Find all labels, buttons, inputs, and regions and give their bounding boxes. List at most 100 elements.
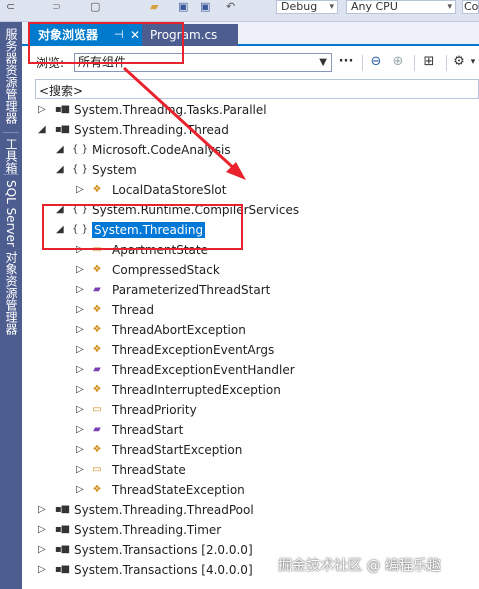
- save-icon[interactable]: ▣: [178, 0, 194, 14]
- toolbar-divider: [362, 55, 363, 71]
- platform-select[interactable]: Any CPU ▾: [346, 0, 456, 14]
- tree-row[interactable]: ▷ ❖ ThreadAbortException: [22, 320, 479, 340]
- redo-icon[interactable]: ⊃: [52, 0, 68, 14]
- expand-arrow-icon[interactable]: ▷: [76, 363, 86, 377]
- annotation-box-namespaces: [42, 204, 243, 250]
- enum-icon: ▭: [92, 404, 102, 415]
- tree-row[interactable]: ▷ ❖ ThreadInterruptedException: [22, 380, 479, 400]
- enum-icon: ▭: [92, 464, 102, 475]
- tree-item-label: System.Threading.Timer: [74, 523, 222, 537]
- tree-row[interactable]: ▷ ▰ ParameterizedThreadStart: [22, 280, 479, 300]
- tree-row[interactable]: ▷ ▪■ System.Threading.Timer: [22, 520, 479, 540]
- startup-value: Co: [464, 0, 479, 13]
- tree-row[interactable]: ▷ ❖ ThreadExceptionEventArgs: [22, 340, 479, 360]
- expand-arrow-icon[interactable]: ▷: [76, 303, 86, 317]
- expand-arrow-icon[interactable]: ▷: [76, 383, 86, 397]
- assembly-icon: ▪■: [54, 564, 70, 575]
- collapse-arrow-icon[interactable]: ◢: [56, 143, 66, 157]
- tree-item-label: ThreadAbortException: [112, 323, 246, 337]
- tree-item-label: ThreadStart: [112, 423, 184, 437]
- delegate-icon: ▰: [93, 284, 101, 295]
- tree-row[interactable]: ▷ ❖ LocalDataStoreSlot: [22, 180, 479, 200]
- search-placeholder: <搜索>: [39, 84, 84, 98]
- configuration-select[interactable]: Debug ▾: [276, 0, 338, 14]
- more-options-icon[interactable]: ···: [336, 53, 356, 72]
- class-icon: ❖: [92, 304, 102, 315]
- tree-row[interactable]: ▷ ❖ Thread: [22, 300, 479, 320]
- undo-icon[interactable]: ↶: [226, 0, 242, 14]
- tree-row[interactable]: ◢ ▪■ System.Threading.Thread: [22, 120, 479, 140]
- tree-item-label: LocalDataStoreSlot: [112, 183, 227, 197]
- tree-item-label: System.Threading.ThreadPool: [74, 503, 254, 517]
- namespace-icon: { }: [72, 164, 88, 175]
- class-icon: ❖: [92, 484, 102, 495]
- object-browser-panel: 对象浏览器 ⊣ ✕ Program.cs 浏览: 所有组件 ▼ ··· ⊖ ⊕ …: [22, 22, 479, 589]
- tree-item-label: ThreadState: [112, 463, 186, 477]
- tree-row[interactable]: ▷ ❖ CompressedStack: [22, 260, 479, 280]
- tree-row[interactable]: ▷ ❖ ThreadStartException: [22, 440, 479, 460]
- collapse-arrow-icon[interactable]: ◢: [38, 123, 48, 137]
- tree-item-label: CompressedStack: [112, 263, 220, 277]
- expand-arrow-icon[interactable]: ▷: [38, 103, 48, 117]
- toolbar-icon[interactable]: ⊂: [6, 0, 22, 14]
- assembly-icon: ▪■: [54, 524, 70, 535]
- side-divider: [3, 174, 19, 175]
- tree-item-label: ThreadStateException: [112, 483, 245, 497]
- collapse-arrow-icon[interactable]: ◢: [56, 163, 66, 177]
- platform-value: Any CPU: [351, 0, 398, 13]
- tree-row[interactable]: ▷ ▪■ System.Threading.Tasks.Parallel: [22, 100, 479, 120]
- tree-row[interactable]: ▷ ▰ ThreadStart: [22, 420, 479, 440]
- chevron-down-icon[interactable]: ▾: [468, 53, 478, 72]
- tree-row[interactable]: ▷ ▭ ThreadState: [22, 460, 479, 480]
- configuration-value: Debug: [281, 0, 318, 13]
- expand-arrow-icon[interactable]: ▷: [76, 443, 86, 457]
- search-input[interactable]: <搜索>: [35, 79, 479, 99]
- tree-row[interactable]: ◢ { } System: [22, 160, 479, 180]
- expand-arrow-icon[interactable]: ▷: [76, 463, 86, 477]
- expand-arrow-icon[interactable]: ▷: [76, 483, 86, 497]
- class-icon: ❖: [92, 344, 102, 355]
- expand-arrow-icon[interactable]: ▷: [38, 503, 48, 517]
- tree-row[interactable]: ▷ ▪■ System.Threading.ThreadPool: [22, 500, 479, 520]
- tree-item-label: ThreadStartException: [112, 443, 243, 457]
- expand-arrow-icon[interactable]: ▷: [76, 183, 86, 197]
- tree-item-label: ThreadExceptionEventHandler: [112, 363, 295, 377]
- expand-arrow-icon[interactable]: ▷: [38, 563, 48, 577]
- side-tab-sql-server-explorer[interactable]: SQL Server 对象资源管理器: [3, 180, 19, 335]
- expand-arrow-icon[interactable]: ▷: [38, 543, 48, 557]
- chevron-down-icon: ▼: [319, 57, 327, 68]
- side-tab-toolbox[interactable]: 工具箱: [3, 138, 19, 174]
- assembly-icon: ▪■: [54, 544, 70, 555]
- class-icon: ❖: [92, 444, 102, 455]
- forward-icon[interactable]: ⊕: [389, 53, 407, 72]
- tree-row[interactable]: ▷ ❖ ThreadStateException: [22, 480, 479, 500]
- startup-select[interactable]: Co: [462, 0, 479, 14]
- tree-row[interactable]: ▷ ▭ ThreadPriority: [22, 400, 479, 420]
- tree-item-label: ThreadPriority: [112, 403, 197, 417]
- add-reference-icon[interactable]: ⊞: [419, 53, 439, 72]
- expand-arrow-icon[interactable]: ▷: [76, 403, 86, 417]
- class-icon: ❖: [92, 184, 102, 195]
- tree-item-label: System.Threading.Tasks.Parallel: [74, 103, 267, 117]
- open-folder-icon[interactable]: ▰: [150, 0, 166, 14]
- tree-item-label: ParameterizedThreadStart: [112, 283, 271, 297]
- tree-item-label: System.Threading.Thread: [74, 123, 229, 137]
- tree-row[interactable]: ▷ ▰ ThreadExceptionEventHandler: [22, 360, 479, 380]
- namespace-icon: { }: [72, 144, 88, 155]
- expand-arrow-icon[interactable]: ▷: [76, 323, 86, 337]
- back-icon[interactable]: ⊖: [367, 53, 385, 72]
- assembly-icon: ▪■: [54, 124, 70, 135]
- expand-arrow-icon[interactable]: ▷: [76, 423, 86, 437]
- tree-row[interactable]: ◢ { } Microsoft.CodeAnalysis: [22, 140, 479, 160]
- assembly-icon: ▪■: [54, 504, 70, 515]
- expand-arrow-icon[interactable]: ▷: [76, 283, 86, 297]
- expand-arrow-icon[interactable]: ▷: [38, 523, 48, 537]
- settings-gear-icon[interactable]: ⚙: [450, 53, 468, 72]
- expand-arrow-icon[interactable]: ▷: [76, 263, 86, 277]
- tree-item-label: ThreadExceptionEventArgs: [112, 343, 275, 357]
- new-item-icon[interactable]: ▢: [90, 0, 106, 14]
- chevron-down-icon: ▾: [329, 2, 334, 12]
- save-all-icon[interactable]: ▣: [200, 0, 216, 14]
- side-tab-server-explorer[interactable]: 服务器资源管理器: [3, 28, 19, 124]
- expand-arrow-icon[interactable]: ▷: [76, 343, 86, 357]
